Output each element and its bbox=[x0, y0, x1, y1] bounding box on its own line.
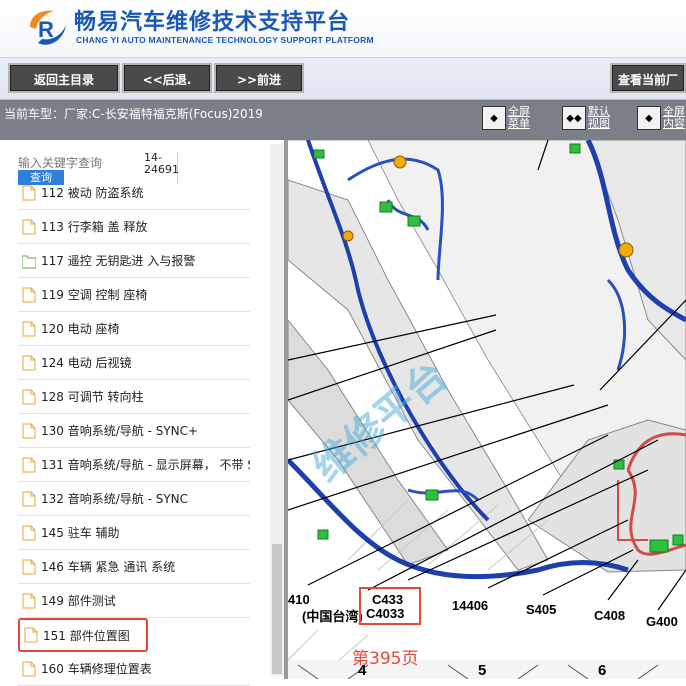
tree-item[interactable]: 120 电动 座椅 bbox=[18, 312, 250, 346]
tree-item[interactable]: 146 车辆 紧急 通讯 系统 bbox=[18, 550, 250, 584]
tree-item[interactable]: 131 音响系统/导航 - 显示屏幕， 不带 SYNC bbox=[18, 448, 250, 482]
tree-item[interactable]: 128 可调节 转向柱 bbox=[18, 380, 250, 414]
tree-item-label: 160 车辆修理位置表 bbox=[41, 662, 152, 676]
label-s405: S405 bbox=[526, 602, 557, 617]
tree-item-label: 146 车辆 紧急 通讯 系统 bbox=[41, 560, 176, 574]
fullscreen-content-button[interactable]: ◆ 全屏内容 bbox=[637, 106, 686, 130]
fullscreen-content-icon: ◆ bbox=[637, 106, 661, 130]
document-icon bbox=[22, 593, 36, 608]
label-14406: 14406 bbox=[452, 598, 489, 613]
tree-item[interactable]: 113 行李箱 盖 释放 bbox=[18, 210, 250, 244]
svg-text:R: R bbox=[38, 17, 54, 42]
default-view-label: 默认视图 bbox=[588, 105, 610, 130]
tree-item-label: 117 遥控 无钥匙进 入与报警 bbox=[41, 254, 196, 268]
tree-item[interactable]: 132 音响系统/导航 - SYNC bbox=[18, 482, 250, 516]
tree-item-label: 145 驻车 辅助 bbox=[41, 526, 120, 540]
document-icon bbox=[22, 457, 36, 472]
label-c433: C433 bbox=[372, 592, 404, 607]
label-taiwan: (中国台湾) bbox=[302, 609, 363, 624]
document-icon bbox=[22, 389, 36, 404]
tree-item-label: 112 被动 防盗系统 bbox=[41, 186, 144, 200]
tree-item-label: 124 电动 后视镜 bbox=[41, 356, 132, 370]
tree-item[interactable]: 151 部件位置图 bbox=[18, 618, 148, 652]
tree-item-label: 119 空调 控制 座椅 bbox=[41, 288, 148, 302]
document-icon bbox=[22, 491, 36, 506]
grid-column-4: 4 bbox=[358, 662, 367, 679]
tree-item[interactable]: 145 驻车 辅助 bbox=[18, 516, 250, 550]
document-icon bbox=[22, 525, 36, 540]
tree-item[interactable]: 112 被动 防盗系统 bbox=[18, 176, 250, 210]
search-input[interactable]: 输入关键字查询 bbox=[18, 154, 108, 171]
grid-column-5: 5 bbox=[478, 662, 487, 679]
tree-item-label: 149 部件测试 bbox=[41, 594, 116, 608]
document-icon bbox=[22, 661, 36, 676]
toolbar: 返回主目录 <<后退. >>前进 查看当前厂 bbox=[0, 58, 686, 100]
tree-item-label: 113 行李箱 盖 释放 bbox=[41, 220, 148, 234]
default-view-icon: ◆◆ bbox=[562, 106, 586, 130]
document-icon bbox=[22, 321, 36, 336]
grid-column-6: 6 bbox=[598, 662, 607, 679]
default-view-button[interactable]: ◆◆ 默认视图 bbox=[562, 106, 614, 130]
tree-item-label: 132 音响系统/导航 - SYNC bbox=[41, 492, 189, 506]
tree-item-label: 151 部件位置图 bbox=[43, 628, 130, 643]
fullscreen-menu-icon: ◆ bbox=[482, 106, 506, 130]
current-car-model: 当前车型：厂家:C-长安福特福克斯(Focus)2019 bbox=[4, 107, 263, 121]
document-icon bbox=[24, 627, 38, 643]
sidebar-scrollbar[interactable] bbox=[270, 144, 284, 676]
home-button[interactable]: 返回主目录 bbox=[8, 63, 120, 93]
label-c4033: C4033 bbox=[366, 606, 405, 621]
car-info-bar: 当前车型：厂家:C-长安福特福克斯(Focus)2019 ◆ 全屏菜单 ◆◆ 默… bbox=[0, 100, 686, 140]
fullscreen-menu-label: 全屏菜单 bbox=[508, 105, 530, 130]
tree-item[interactable]: 149 部件测试 bbox=[18, 584, 250, 618]
app-header: R 畅易汽车维修技术支持平台 CHANG YI AUTO MAINTENANCE… bbox=[0, 0, 686, 58]
tree-item-label: 131 音响系统/导航 - 显示屏幕， 不带 SYNC bbox=[41, 458, 250, 472]
tree-item[interactable]: 117 遥控 无钥匙进 入与报警 bbox=[18, 244, 250, 278]
document-icon bbox=[22, 185, 36, 200]
tree-item[interactable]: 124 电动 后视镜 bbox=[18, 346, 250, 380]
back-button[interactable]: <<后退. bbox=[122, 63, 212, 93]
document-icon bbox=[22, 287, 36, 302]
tree-item-label: 130 音响系统/导航 - SYNC+ bbox=[41, 424, 199, 438]
view-current-button[interactable]: 查看当前厂 bbox=[610, 63, 686, 93]
tree-item[interactable]: 119 空调 控制 座椅 bbox=[18, 278, 250, 312]
tree-item-label: 128 可调节 转向柱 bbox=[41, 390, 144, 404]
folder-icon bbox=[22, 255, 36, 268]
fullscreen-menu-button[interactable]: ◆ 全屏菜单 bbox=[482, 106, 534, 130]
document-icon bbox=[22, 423, 36, 438]
document-icon bbox=[22, 355, 36, 370]
tree-item-label: 120 电动 座椅 bbox=[41, 322, 120, 336]
label-410: 410 bbox=[288, 592, 310, 607]
label-g400: G400 bbox=[646, 614, 678, 629]
navigation-tree: 输入关键字查询 查询 14-24691 112 被动 防盗系统 113 行李箱 盖… bbox=[0, 140, 286, 686]
document-icon bbox=[22, 559, 36, 574]
chang-yi-logo-icon: R bbox=[30, 10, 66, 45]
scrollbar-thumb[interactable] bbox=[272, 544, 282, 674]
app-subtitle: CHANG YI AUTO MAINTENANCE TECHNOLOGY SUP… bbox=[76, 35, 374, 45]
document-icon bbox=[22, 219, 36, 234]
fullscreen-content-label: 全屏内容 bbox=[663, 105, 685, 130]
label-c408: C408 bbox=[594, 608, 626, 623]
app-title: 畅易汽车维修技术支持平台 bbox=[74, 10, 351, 35]
tree-item[interactable]: 130 音响系统/导航 - SYNC+ bbox=[18, 414, 250, 448]
component-location-diagram: 维修平台 410 (中国台湾) C433 C4033 14406 S405 C4… bbox=[288, 140, 686, 679]
forward-button[interactable]: >>前进 bbox=[214, 63, 304, 93]
tree-item[interactable]: 160 车辆修理位置表 bbox=[18, 652, 250, 686]
